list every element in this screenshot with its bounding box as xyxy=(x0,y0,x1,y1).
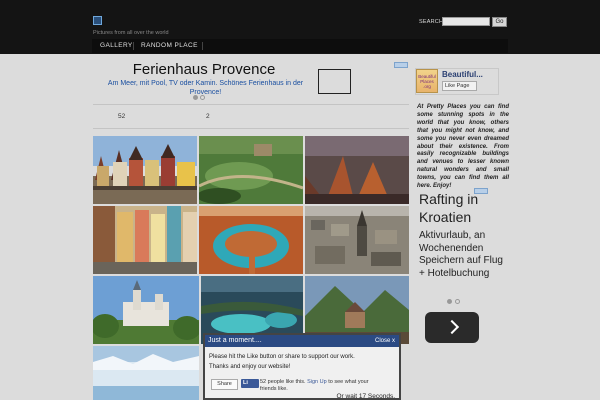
nav-divider xyxy=(202,42,203,50)
site-logo-icon[interactable] xyxy=(93,16,102,25)
popup-header: Just a moment.... Close x xyxy=(205,335,399,347)
gallery-photo-horseshoe-bend[interactable] xyxy=(199,206,303,274)
popup-message: Please hit the Like button or share to s… xyxy=(209,353,397,372)
popup-line-2: Thanks and enjoy our website! xyxy=(209,363,291,370)
facebook-page-name[interactable]: Beautiful... xyxy=(442,70,483,79)
like-popup-dialog: Just a moment.... Close x Please hit the… xyxy=(203,333,401,400)
share-count: 2 xyxy=(206,113,210,120)
popup-close-button[interactable]: Close x xyxy=(375,338,395,344)
search-input[interactable] xyxy=(442,17,490,26)
gallery-photo-town-square[interactable] xyxy=(93,136,197,204)
countdown-text: Or wait 17 Seconds. xyxy=(336,393,395,400)
signup-link[interactable]: Sign Up xyxy=(307,379,327,385)
gallery-photo-green-ruins[interactable] xyxy=(199,136,303,204)
adchoices-icon[interactable] xyxy=(394,62,408,68)
nav-item-gallery[interactable]: GALLERY xyxy=(100,42,133,49)
gallery-photo-colorful-street[interactable] xyxy=(93,206,197,274)
gallery-photo-white-castle[interactable] xyxy=(93,276,199,344)
popup-title: Just a moment.... xyxy=(208,337,262,344)
popup-line-1: Please hit the Like button or share to s… xyxy=(209,354,355,360)
nav-divider xyxy=(133,42,134,50)
like-social-text: 52 people like this. Sign Up to see what… xyxy=(260,379,380,393)
nav-item-random-place[interactable]: RANDOM PLACE xyxy=(141,42,198,49)
divider xyxy=(93,104,409,105)
side-ad-next-arrow-icon[interactable] xyxy=(425,312,479,343)
facebook-like-page-button[interactable]: Like Page xyxy=(442,81,477,91)
page-logo-icon[interactable]: Beautiful Places .org xyxy=(416,69,438,93)
gallery-photo-city-aerial[interactable] xyxy=(305,206,409,274)
top-ad-title[interactable]: Ferienhaus Provence xyxy=(113,61,295,78)
side-ad-title[interactable]: Rafting in Kroatien xyxy=(419,190,509,226)
ad-carousel-dot[interactable] xyxy=(447,299,452,304)
ad-carousel-dot[interactable] xyxy=(200,95,205,100)
site-tagline: Pictures from all over the world xyxy=(93,30,169,36)
site-description: At Pretty Places you can find some stunn… xyxy=(417,104,509,190)
divider xyxy=(93,128,409,129)
gallery-photo-red-rock-canyon[interactable] xyxy=(305,136,409,204)
ad-carousel-dot[interactable] xyxy=(193,95,198,100)
ad-carousel-dot[interactable] xyxy=(455,299,460,304)
top-ad-image[interactable] xyxy=(318,69,351,94)
search-go-button[interactable]: Go xyxy=(492,17,507,27)
like-count-text: 52 people like this. xyxy=(260,379,306,385)
facebook-like-button[interactable]: Li xyxy=(241,379,259,388)
side-ad-description[interactable]: Aktivurlaub, an Wochenenden Speichern au… xyxy=(419,230,509,280)
search-label: SEARCH: xyxy=(419,19,445,25)
top-ad-description[interactable]: Am Meer, mit Pool, TV oder Kamin. Schöne… xyxy=(103,79,308,97)
main-nav: GALLERY RANDOM PLACE xyxy=(92,39,508,53)
share-button[interactable]: Share xyxy=(211,379,238,390)
gallery-photo-glacier[interactable] xyxy=(93,346,199,400)
like-count: 52 xyxy=(118,113,126,120)
